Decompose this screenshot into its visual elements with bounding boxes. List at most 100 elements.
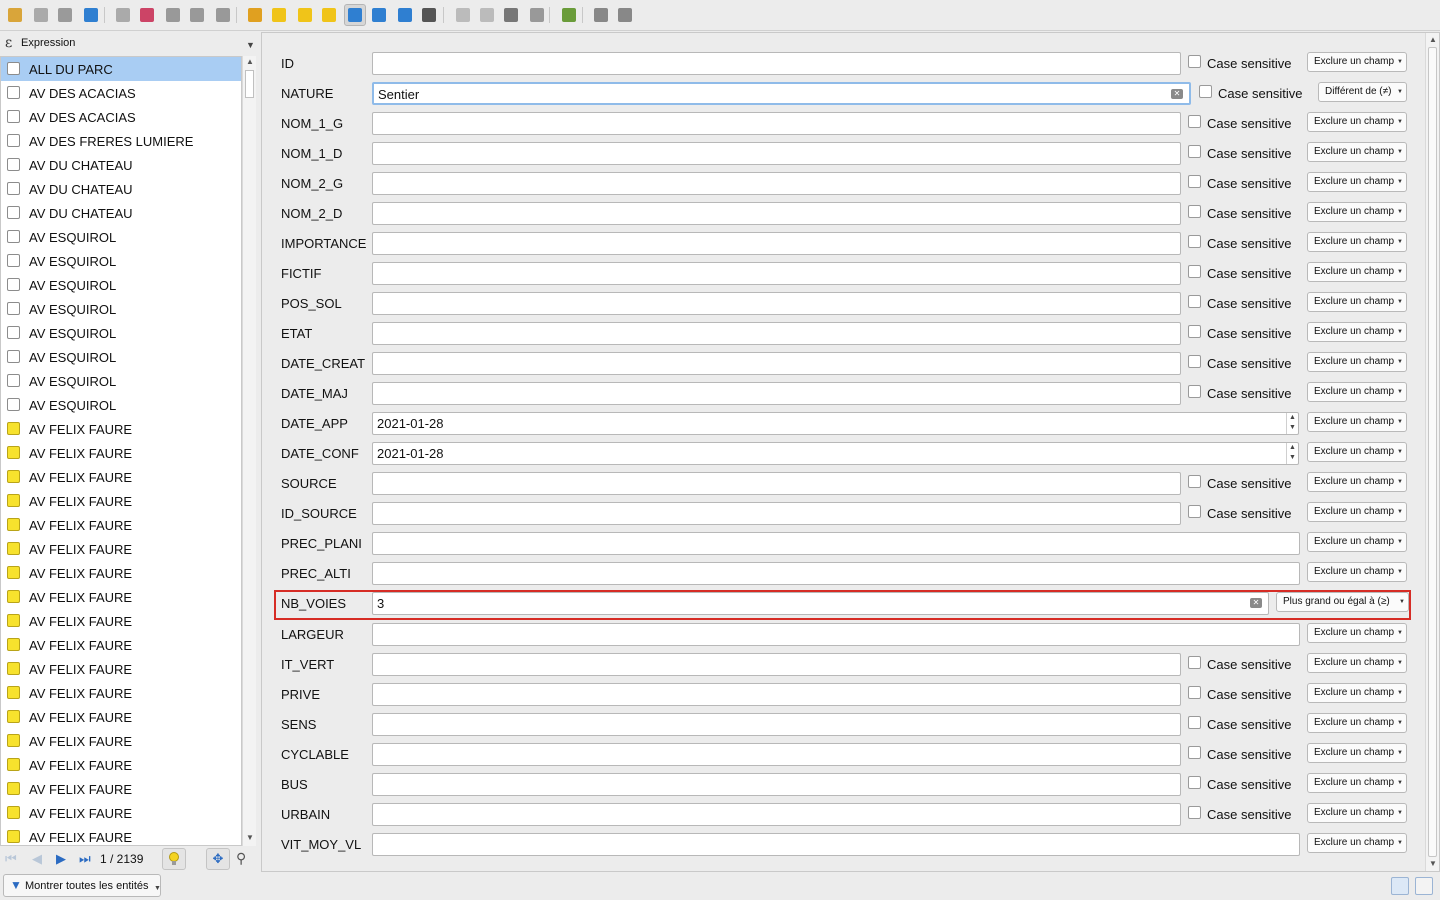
importance-input[interactable] [372,232,1181,255]
feature-list-scrollbar[interactable]: ▲ ▼ [242,56,256,846]
nature-input[interactable]: Sentier ✕ [372,82,1191,105]
list-item[interactable]: AV FELIX FAURE [1,729,241,753]
case-sensitive-checkbox[interactable] [1188,115,1201,128]
scroll-up-icon[interactable]: ▲ [1429,35,1437,44]
fictif-input[interactable] [372,262,1181,285]
date-app-input[interactable]: 2021-01-28 ▲ ▼ [372,412,1299,435]
search-mode-dropdown[interactable]: Exclure un champ ▼ [1307,472,1407,492]
list-item[interactable]: AV FELIX FAURE [1,441,241,465]
list-item[interactable]: AV FELIX FAURE [1,657,241,681]
new-field-button[interactable] [452,4,474,26]
search-mode-dropdown[interactable]: Exclure un champ ▼ [1307,833,1407,853]
search-mode-dropdown[interactable]: Exclure un champ ▼ [1307,532,1407,552]
search-mode-dropdown[interactable]: Exclure un champ ▼ [1307,562,1407,582]
list-item[interactable]: AV FELIX FAURE [1,633,241,657]
list-item[interactable]: AV DU CHATEAU [1,153,241,177]
case-sensitive-checkbox[interactable] [1188,656,1201,669]
case-sensitive-checkbox[interactable] [1188,385,1201,398]
pan-to-selection-button[interactable] [394,4,416,26]
select-all-button[interactable] [268,4,290,26]
search-button[interactable] [614,4,636,26]
highlight-feature-button[interactable] [162,848,186,870]
search-mode-dropdown[interactable]: Exclure un champ ▼ [1307,232,1407,252]
nom-1-g-input[interactable] [372,112,1181,135]
list-item[interactable]: AV FELIX FAURE [1,513,241,537]
list-item[interactable]: AV ESQUIROL [1,249,241,273]
scroll-down-icon[interactable]: ▼ [246,833,254,842]
list-item[interactable]: AV ESQUIROL [1,321,241,345]
case-sensitive-checkbox[interactable] [1188,325,1201,338]
list-item[interactable]: AV FELIX FAURE [1,705,241,729]
urbain-input[interactable] [372,803,1181,826]
search-mode-dropdown[interactable]: Exclure un champ ▼ [1307,52,1407,72]
it-vert-input[interactable] [372,653,1181,676]
sens-input[interactable] [372,713,1181,736]
clear-icon[interactable]: ✕ [1250,598,1262,608]
delete-feature-button[interactable] [136,4,158,26]
case-sensitive-checkbox[interactable] [1188,475,1201,488]
search-mode-dropdown[interactable]: Exclure un champ ▼ [1307,713,1407,733]
case-sensitive-checkbox[interactable] [1188,205,1201,218]
search-mode-dropdown[interactable]: Exclure un champ ▼ [1307,352,1407,372]
list-item[interactable]: AV DES ACACIAS [1,81,241,105]
prive-input[interactable] [372,683,1181,706]
search-mode-dropdown[interactable]: Exclure un champ ▼ [1307,382,1407,402]
date-creat-input[interactable] [372,352,1181,375]
list-item[interactable]: AV FELIX FAURE [1,825,241,845]
search-mode-dropdown[interactable]: Exclure un champ ▼ [1307,292,1407,312]
list-item[interactable]: AV FELIX FAURE [1,681,241,705]
search-mode-dropdown[interactable]: Exclure un champ ▼ [1307,112,1407,132]
copy-button[interactable] [186,4,208,26]
case-sensitive-checkbox[interactable] [1188,235,1201,248]
search-mode-dropdown[interactable]: Exclure un champ ▼ [1307,412,1407,432]
date-spinner-icon[interactable]: ▲ ▼ [1286,413,1298,434]
id-source-input[interactable] [372,502,1181,525]
previous-feature-icon[interactable]: ◀ [32,851,42,867]
search-mode-dropdown[interactable]: Exclure un champ ▼ [1307,262,1407,282]
list-item[interactable]: AV FELIX FAURE [1,777,241,801]
list-item[interactable]: AV FELIX FAURE [1,465,241,489]
cut-button[interactable] [162,4,184,26]
save-button[interactable] [54,4,76,26]
reload-button[interactable] [80,4,102,26]
last-feature-icon[interactable]: ⏭ [79,851,91,867]
scroll-thumb[interactable] [245,70,254,98]
list-item[interactable]: AV FELIX FAURE [1,417,241,441]
case-sensitive-checkbox[interactable] [1188,746,1201,759]
paste-button[interactable] [212,4,234,26]
form-scrollbar[interactable]: ▲ ▼ [1425,33,1439,871]
case-sensitive-checkbox[interactable] [1188,806,1201,819]
search-mode-dropdown[interactable]: Exclure un champ ▼ [1307,683,1407,703]
cyclable-input[interactable] [372,743,1181,766]
pan-to-feature-button[interactable]: ✥ [206,848,230,870]
case-sensitive-checkbox[interactable] [1188,145,1201,158]
search-mode-dropdown[interactable]: Exclure un champ ▼ [1307,803,1407,823]
list-item[interactable]: AV DU CHATEAU [1,201,241,225]
search-mode-dropdown[interactable]: Exclure un champ ▼ [1307,773,1407,793]
list-item[interactable]: AV ESQUIROL [1,297,241,321]
search-mode-dropdown[interactable]: Exclure un champ ▼ [1307,322,1407,342]
zoom-to-feature-icon[interactable]: ⚲ [236,850,246,867]
id-input[interactable] [372,52,1181,75]
date-maj-input[interactable] [372,382,1181,405]
list-item[interactable]: AV FELIX FAURE [1,537,241,561]
conditional-formatting-button[interactable] [526,4,548,26]
bus-input[interactable] [372,773,1181,796]
search-mode-dropdown[interactable]: Exclure un champ ▼ [1307,623,1407,643]
list-item[interactable]: AV ESQUIROL [1,273,241,297]
field-calculator-button[interactable] [500,4,522,26]
move-selection-top-button[interactable] [368,4,390,26]
prec-alti-input[interactable] [372,562,1300,585]
search-mode-dropdown[interactable]: Exclure un champ ▼ [1307,743,1407,763]
case-sensitive-checkbox[interactable] [1188,716,1201,729]
case-sensitive-checkbox[interactable] [1188,776,1201,789]
actions-button[interactable] [590,4,612,26]
largeur-input[interactable] [372,623,1300,646]
nom-2-d-input[interactable] [372,202,1181,225]
prec-plani-input[interactable] [372,532,1300,555]
filter-form-button[interactable] [344,4,366,26]
search-mode-dropdown[interactable]: Exclure un champ ▼ [1307,442,1407,462]
case-sensitive-checkbox[interactable] [1188,295,1201,308]
list-item[interactable]: AV DES ACACIAS [1,105,241,129]
list-item[interactable]: AV ESQUIROL [1,225,241,249]
